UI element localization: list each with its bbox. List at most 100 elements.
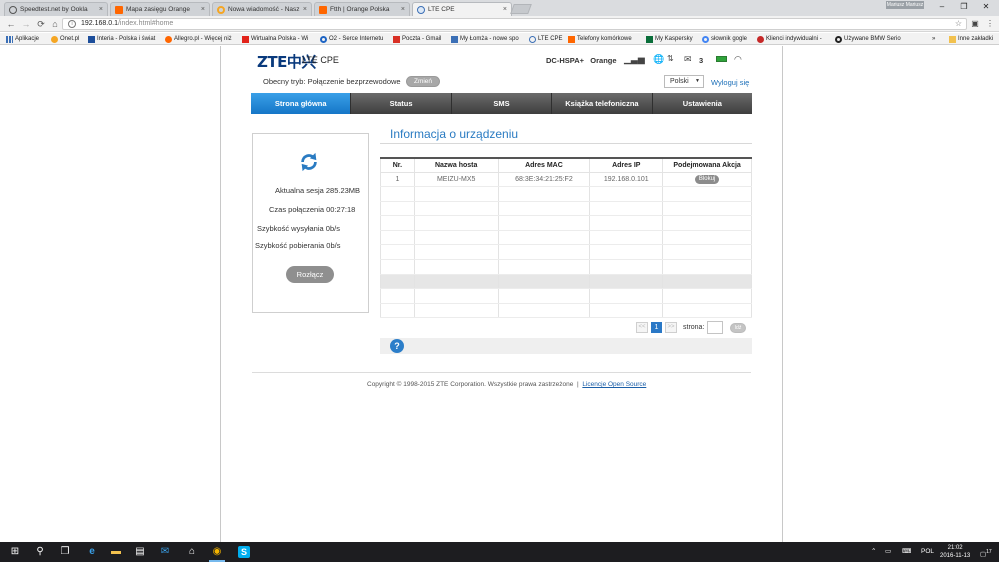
bookmark-mylomza[interactable]: My Łomża - nowe spo (451, 34, 525, 44)
mail-app-icon[interactable]: ✉ (159, 546, 171, 558)
network-tray-icon[interactable]: ▭ (885, 542, 891, 562)
menu-home[interactable]: Strona główna (251, 93, 352, 114)
notifications-icon[interactable]: ▢17 (980, 542, 992, 562)
task-view-icon[interactable]: ❐ (59, 546, 71, 558)
page-number-input[interactable] (707, 321, 723, 334)
menu-status[interactable]: Status (351, 93, 452, 114)
skype-icon[interactable]: S (238, 546, 250, 558)
bookmark-wp[interactable]: Wirtualna Polska - Wi (242, 34, 316, 44)
orange-icon (319, 5, 327, 14)
close-icon[interactable]: × (99, 6, 103, 13)
tab-speedtest[interactable]: Speedtest.net by Ookla × (4, 2, 108, 16)
bookmark-onet[interactable]: Onet.pl (51, 34, 87, 44)
store-icon[interactable]: ▤ (134, 546, 146, 558)
back-arrow-icon[interactable]: ← (5, 18, 17, 30)
cell-ip: 192.168.0.101 (589, 172, 664, 188)
menu-dots-icon[interactable]: ⋮ (985, 19, 995, 29)
bookmark-interia[interactable]: Interia - Polska i świat (88, 34, 162, 44)
chrome-icon[interactable]: ◉ (211, 546, 223, 558)
minimize-icon[interactable]: – (932, 1, 952, 13)
footer-separator: | (577, 381, 579, 388)
url-input[interactable]: i 192.168.0.1/index.html#home ☆ (62, 18, 967, 30)
sms-count: 3 (699, 56, 704, 65)
upload-speed: Szybkość wysyłania 0b/s (257, 224, 340, 233)
bookmark-bmw[interactable]: Używane BMW Serio (835, 34, 909, 44)
footer: Copyright © 1998-2015 ZTE Corporation. W… (367, 381, 646, 388)
bookmark-o2[interactable]: O2 - Serce Internetu (320, 34, 390, 44)
url-host: 192.168.0.1 (81, 20, 118, 27)
help-bar (380, 338, 752, 354)
next-page-button[interactable]: >> (665, 322, 677, 333)
tab-label: Ftth | Orange Polska (330, 6, 390, 13)
bookmarks-overflow[interactable]: » (932, 34, 940, 44)
bookmark-kaspersky[interactable]: My Kaspersky (646, 34, 698, 44)
edge-icon[interactable]: e (86, 546, 98, 558)
bookmark-gmail[interactable]: Poczta - Gmail (393, 34, 449, 44)
block-button[interactable]: Blokuj (695, 174, 720, 184)
table-row (380, 186, 752, 202)
menu-settings[interactable]: Ustawienia (653, 93, 752, 114)
table-row (380, 274, 752, 290)
cell-host: MEIZU-MX5 (413, 172, 499, 188)
close-icon[interactable]: × (401, 6, 405, 13)
page-label: strona: (683, 324, 705, 331)
tab-ftth[interactable]: Ftth | Orange Polska × (314, 2, 410, 16)
clock[interactable]: 21:02 2016-11-13 (940, 544, 970, 560)
new-tab-button[interactable] (510, 4, 532, 14)
tray-chevron-icon[interactable]: ⌃ (871, 542, 876, 562)
reload-icon[interactable]: ⟳ (35, 18, 47, 30)
home-app-icon[interactable]: ⌂ (186, 546, 198, 558)
restore-icon[interactable]: ❐ (954, 1, 974, 13)
close-icon[interactable]: × (503, 6, 507, 13)
mylomza-icon (451, 35, 458, 43)
close-window-icon[interactable]: ✕ (976, 1, 996, 13)
logout-link[interactable]: Wyloguj się (711, 78, 749, 87)
device-table: Nr. Nazwa hosta Adres MAC Adres IP Podej… (380, 157, 752, 319)
bookmark-google[interactable]: słownik gogle (702, 34, 754, 44)
help-icon[interactable]: ? (390, 339, 404, 353)
bmw-icon (835, 35, 842, 43)
table-row (380, 244, 752, 261)
disconnect-button[interactable]: Rozłącz (286, 266, 334, 283)
bookmark-klienci[interactable]: Klienci indywidualni - (757, 34, 829, 44)
bookmark-telefony[interactable]: Telefony komórkowe (568, 34, 642, 44)
forward-arrow-icon[interactable]: → (20, 18, 32, 30)
close-icon[interactable]: × (303, 6, 307, 13)
network-type: DC-HSPA+ (546, 56, 584, 65)
tab-label: LTE CPE (428, 6, 455, 13)
tab-lte-cpe[interactable]: LTE CPE × (412, 2, 512, 16)
tab-new-message[interactable]: Nowa wiadomość - Nasz × (212, 2, 312, 16)
current-page[interactable]: 1 (651, 322, 662, 333)
globe-icon (417, 5, 425, 14)
menu-sms[interactable]: SMS (452, 93, 553, 114)
tab-orange-map[interactable]: Mapa zasięgu Orange × (110, 2, 210, 16)
change-mode-button[interactable]: Zmień (406, 76, 440, 87)
close-icon[interactable]: × (201, 6, 205, 13)
extension-icon[interactable]: ▣ (970, 19, 980, 29)
table-row (380, 230, 752, 246)
go-button[interactable]: Idź (730, 323, 746, 333)
home-icon[interactable]: ⌂ (49, 18, 61, 30)
bookmark-other[interactable]: Inne zakładki (949, 34, 999, 44)
search-icon[interactable]: ⚲ (34, 546, 46, 558)
download-speed: Szybkość pobierania 0b/s (255, 241, 341, 250)
bookmark-apps[interactable]: Aplikacje (6, 34, 50, 44)
menu-phonebook[interactable]: Książka telefoniczna (552, 93, 653, 114)
kaspersky-icon (646, 35, 653, 43)
sms-icon[interactable]: ✉ (684, 54, 692, 65)
windows-start-icon[interactable]: ⊞ (9, 546, 21, 558)
open-source-link[interactable]: Licencje Open Source (582, 381, 646, 388)
bookmark-allegro[interactable]: Allegro.pl - Więcej niż (165, 34, 239, 44)
language-select[interactable]: Polski ▼ (664, 75, 704, 88)
keyboard-tray-icon[interactable]: ⌨ (902, 542, 911, 562)
profile-button[interactable]: Mariusz Mariusz (886, 1, 924, 9)
bookmark-lte-cpe[interactable]: LTE CPE (529, 34, 565, 44)
info-icon[interactable]: i (68, 20, 76, 28)
table-row (380, 288, 752, 304)
file-explorer-icon[interactable]: ▬ (110, 546, 122, 558)
table-row (380, 201, 752, 217)
prev-page-button[interactable]: << (636, 322, 648, 333)
data-transfer-icon: ⇅ (667, 54, 674, 63)
star-icon[interactable]: ☆ (955, 19, 962, 29)
input-language[interactable]: POL (921, 542, 934, 562)
